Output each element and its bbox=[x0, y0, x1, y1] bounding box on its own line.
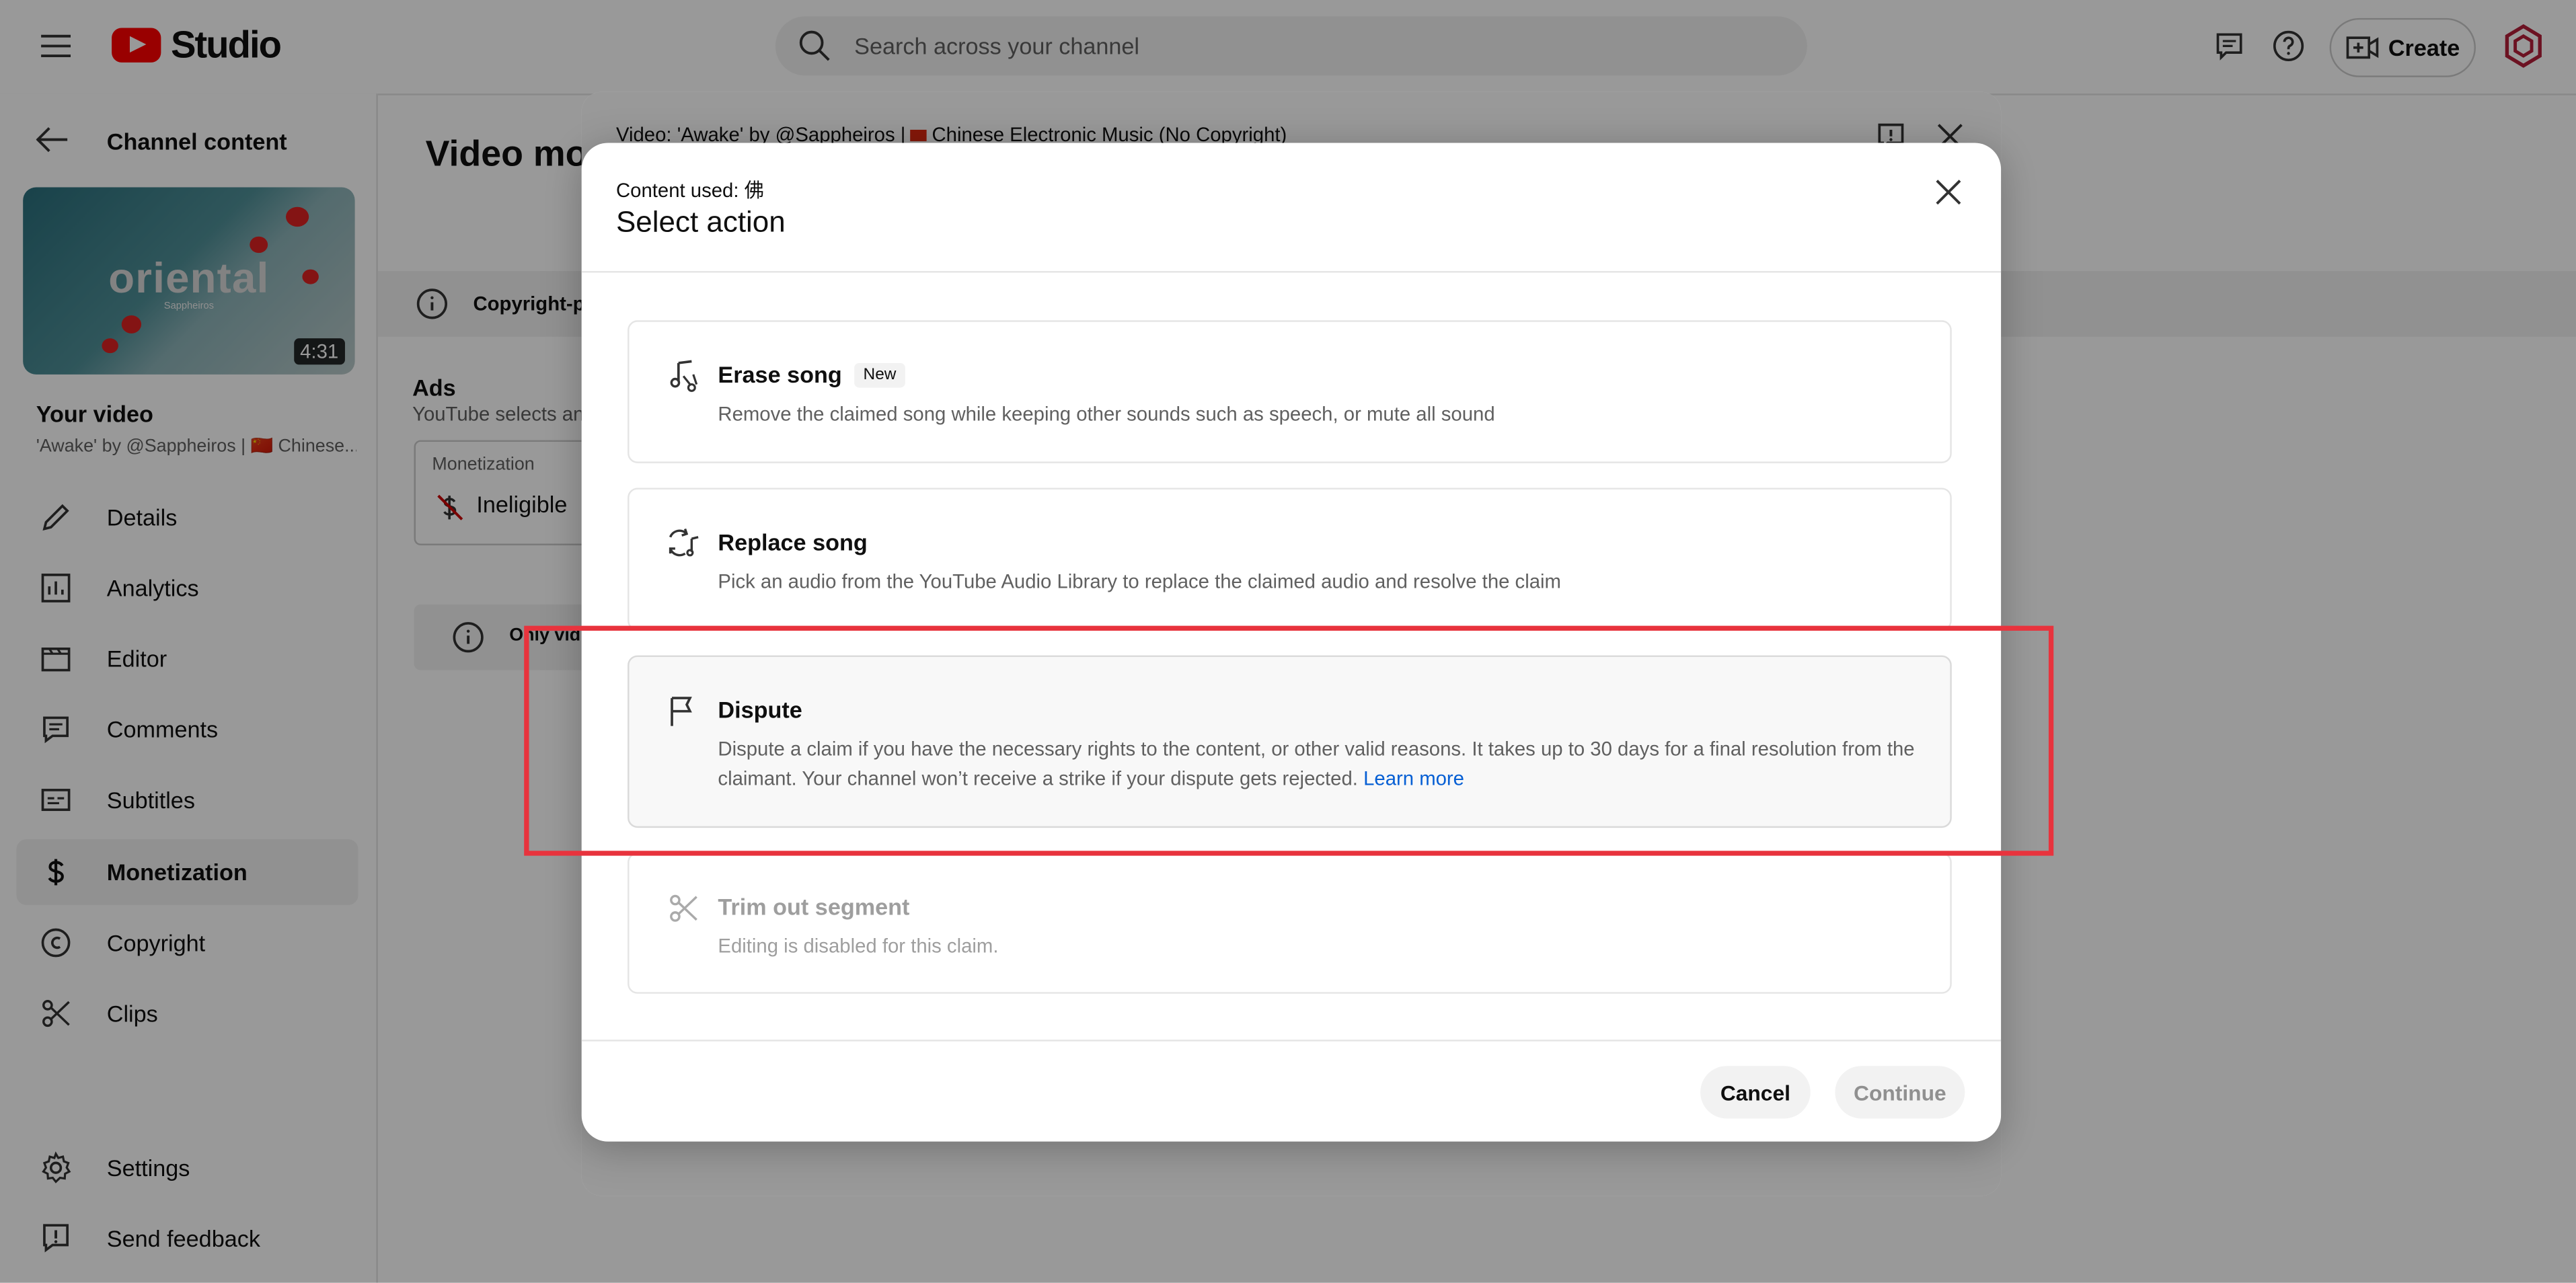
option-description: Remove the claimed song while keeping ot… bbox=[718, 402, 1495, 426]
continue-button[interactable]: Continue bbox=[1835, 1066, 1965, 1119]
highlight-box bbox=[524, 625, 2054, 856]
option-title: Erase song bbox=[718, 361, 842, 388]
content-used-label: Content used: 佛 bbox=[615, 179, 764, 202]
option-trim-out-segment: Trim out segment Editing is disabled for… bbox=[628, 852, 1952, 994]
cancel-button[interactable]: Cancel bbox=[1700, 1066, 1811, 1119]
divider bbox=[581, 1040, 2002, 1042]
option-erase-song[interactable]: Erase song New Remove the claimed song wh… bbox=[628, 320, 1952, 463]
app-root: Studio Create Channel content bbox=[0, 0, 2576, 1283]
option-replace-song[interactable]: Replace song Pick an audio from the YouT… bbox=[628, 488, 1952, 631]
option-description: Pick an audio from the YouTube Audio Lib… bbox=[718, 570, 1561, 593]
swap-music-icon bbox=[665, 526, 702, 562]
close-icon bbox=[1936, 180, 1961, 205]
option-title: Replace song bbox=[718, 529, 868, 555]
music-eraser-icon bbox=[665, 358, 702, 394]
dialog-close-button[interactable] bbox=[1927, 171, 1970, 214]
new-badge: New bbox=[855, 362, 905, 387]
divider bbox=[581, 271, 2002, 273]
option-description: Editing is disabled for this claim. bbox=[718, 934, 999, 958]
scissors-icon bbox=[665, 890, 702, 927]
dialog-title: Select action bbox=[615, 205, 786, 239]
option-title: Trim out segment bbox=[718, 893, 910, 920]
